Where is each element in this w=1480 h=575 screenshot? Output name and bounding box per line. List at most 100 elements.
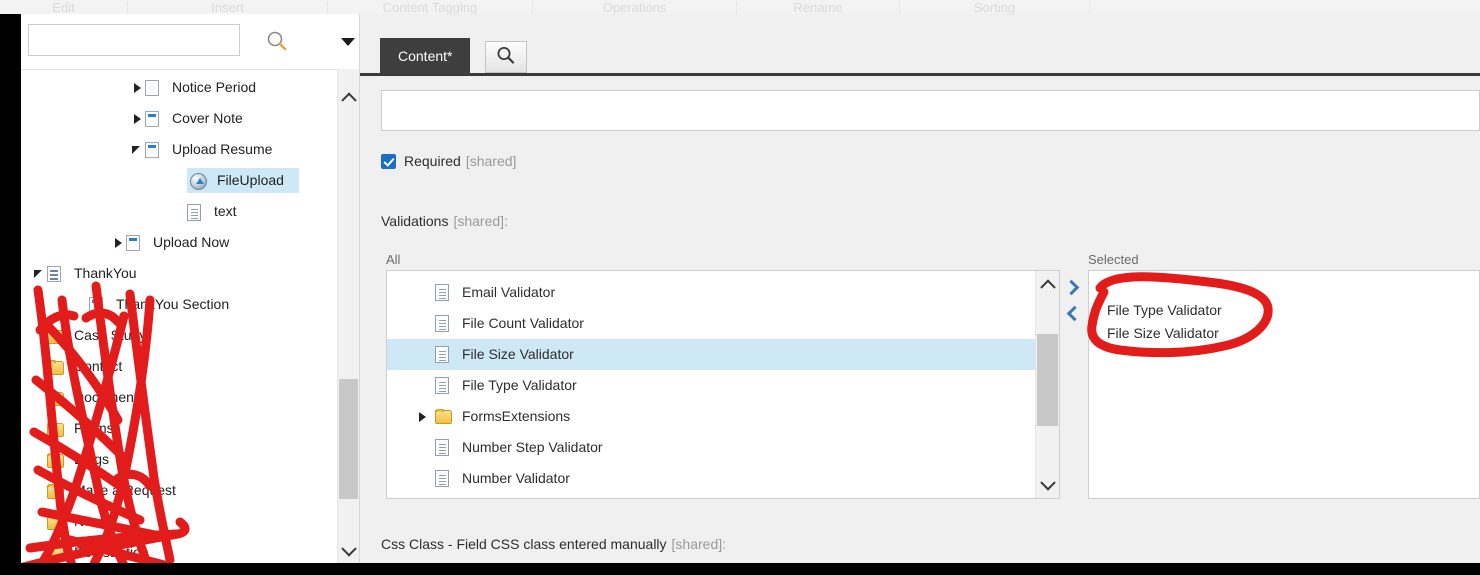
tree-item-label: News (74, 513, 110, 529)
ribbon-tab-content-tagging[interactable]: Content Tagging (328, 1, 533, 14)
chevron-down-icon[interactable] (1036, 473, 1059, 496)
expand-arrow-icon[interactable] (413, 409, 435, 425)
tree-scrollbar-thumb[interactable] (339, 379, 358, 499)
tree-item-content[interactable]: FileUpload (187, 168, 299, 193)
tree-item[interactable]: Make a Request (21, 475, 359, 506)
folder-icon (47, 389, 65, 407)
ribbon-tab-operations[interactable]: Operations (533, 1, 737, 14)
validator-item-label: File Size Validator (462, 344, 579, 365)
tree-scrollbar[interactable] (337, 69, 359, 563)
selected-validator-item[interactable]: File Size Validator (1089, 322, 1479, 345)
all-column-header: All (386, 252, 401, 267)
tree-item-content[interactable]: Upload Resume (145, 139, 279, 160)
tree-item[interactable]: ThankYou Section (21, 289, 359, 320)
ribbon-tab-edit[interactable]: Edit (0, 1, 128, 14)
tree-item-content[interactable]: News (47, 511, 116, 532)
expand-arrow-icon[interactable] (129, 111, 145, 127)
tree-item-content[interactable]: Make a Request (47, 480, 183, 501)
tree-item[interactable]: Blogs (21, 444, 359, 475)
validator-list-item[interactable]: File Size Validator (387, 339, 1059, 370)
validator-item-label: FormsExtensions (462, 408, 571, 424)
all-validators-listbox[interactable]: Email Validator File Count Validator File … (386, 270, 1060, 499)
search-input[interactable] (28, 24, 240, 56)
tree-item[interactable]: Forms (21, 413, 359, 444)
tree-item[interactable]: Upload Resume (21, 134, 359, 165)
validations-label-text: Validations (381, 213, 449, 229)
ribbon-tab-insert[interactable]: Insert (128, 1, 328, 14)
collapse-arrow-icon[interactable] (31, 266, 47, 282)
document-icon (435, 283, 451, 302)
folder-icon (47, 358, 65, 376)
tree-item[interactable]: Contact (21, 351, 359, 382)
tree-item-content[interactable]: Cover Note (145, 108, 250, 129)
folder-icon (47, 327, 65, 345)
document-icon (435, 345, 451, 364)
tree-item-content[interactable]: Upload Now (126, 232, 236, 253)
tree-item-content[interactable]: ThankYou Section (89, 294, 236, 315)
validator-list-item[interactable]: Number Step Validator (387, 432, 1059, 463)
chevron-down-icon[interactable] (339, 35, 357, 49)
search-icon[interactable] (485, 41, 527, 73)
tree-item[interactable]: Case Study (21, 320, 359, 351)
validator-list-item[interactable]: FormsExtensions (387, 401, 1059, 432)
tree-item[interactable]: ThankYou (21, 258, 359, 289)
tree-item-content[interactable]: ThankYou (47, 263, 144, 284)
expand-arrow-icon[interactable] (110, 235, 126, 251)
tree-item[interactable]: News (21, 506, 359, 537)
tree-item[interactable]: Documents (21, 382, 359, 413)
validator-list-item[interactable]: Email Validator (387, 277, 1059, 308)
folder-icon (47, 544, 65, 562)
tab-content[interactable]: Content* (380, 38, 471, 74)
tree-item-content[interactable]: Registration (47, 542, 156, 563)
tree-item-content[interactable]: Blogs (47, 449, 116, 470)
page-bar-icon (89, 296, 107, 314)
required-checkbox[interactable] (381, 153, 396, 169)
ribbon-tab-list: Edit Insert Content Tagging Operations Renam… (0, 0, 1480, 14)
tree-item-content[interactable]: Notice Period (145, 77, 263, 98)
chevron-down-icon[interactable] (338, 540, 359, 561)
tree-item[interactable]: FileUpload (21, 165, 359, 196)
folder-icon (47, 513, 65, 531)
tree-item-content[interactable]: Case Study (47, 325, 153, 346)
tree-item-label: text (214, 203, 237, 219)
validator-list-item[interactable]: File Type Validator (387, 370, 1059, 401)
tree-item[interactable]: Registration (21, 537, 359, 563)
ribbon-tab-sorting[interactable]: Sorting (900, 1, 1090, 14)
tree-item[interactable]: Cover Note (21, 103, 359, 134)
chevron-left-icon[interactable] (1062, 302, 1084, 328)
selected-column-header: Selected (1088, 252, 1139, 267)
tree-item[interactable]: Upload Now (21, 227, 359, 258)
all-list-scrollbar-thumb[interactable] (1037, 334, 1058, 426)
validator-list-item[interactable]: File Count Validator (387, 308, 1059, 339)
content-field-textarea[interactable] (381, 90, 1480, 131)
tree-item-content[interactable]: Contact (47, 356, 129, 377)
tree-item-content[interactable]: Forms (47, 418, 121, 439)
tree-item-content[interactable]: text (187, 201, 244, 222)
document-icon (187, 203, 205, 221)
tree-item[interactable]: text (21, 196, 359, 227)
chevron-up-icon[interactable] (338, 87, 359, 108)
all-list-scrollbar[interactable] (1035, 271, 1059, 498)
required-shared-tag: [shared] (465, 153, 517, 169)
chevron-right-icon[interactable] (1062, 276, 1084, 302)
ribbon-tab-rename[interactable]: Rename (737, 1, 900, 14)
folder-icon (47, 420, 65, 438)
page-bar-icon (145, 110, 163, 128)
collapse-arrow-icon[interactable] (129, 142, 145, 158)
tree-item-content[interactable]: Documents (47, 387, 152, 408)
editor-tabstrip: Content* (360, 14, 1480, 76)
validator-list-item[interactable]: Number Validator (387, 463, 1059, 494)
tree-item-label: Upload Resume (172, 141, 273, 157)
selected-validator-item[interactable]: File Type Validator (1089, 299, 1479, 322)
chevron-up-icon[interactable] (1036, 273, 1059, 296)
selected-validators-listbox[interactable]: File Type Validator File Size Validator (1088, 270, 1480, 499)
tree-item[interactable]: Notice Period (21, 72, 359, 103)
validations-shared-tag: [shared]: (453, 213, 508, 229)
search-icon[interactable] (264, 29, 290, 55)
expand-arrow-icon[interactable] (129, 80, 145, 96)
